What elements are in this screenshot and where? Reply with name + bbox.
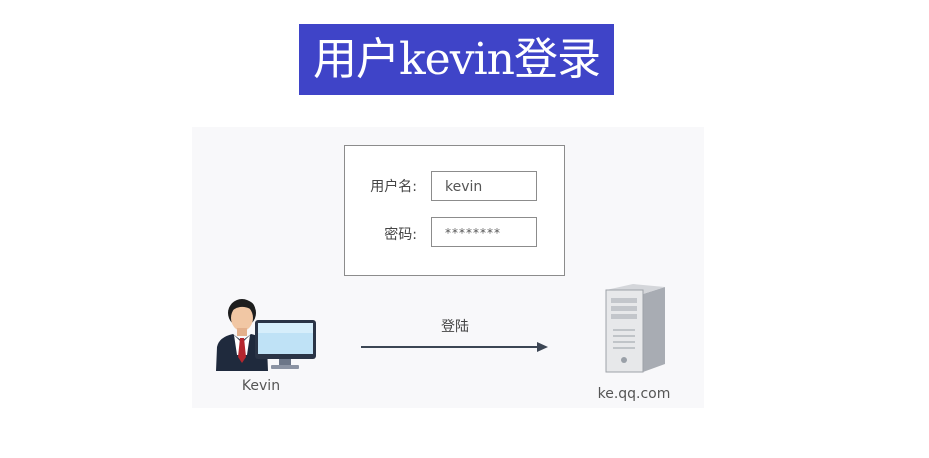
server-host-label: ke.qq.com <box>597 386 671 402</box>
username-field: kevin <box>431 171 537 201</box>
user-name-label: Kevin <box>241 378 281 394</box>
login-arrow-label: 登陆 <box>441 319 469 335</box>
password-field: ******** <box>431 217 537 247</box>
user-at-computer-icon <box>216 299 316 371</box>
username-label: 用户名: <box>370 179 417 195</box>
password-label: 密码: <box>384 227 417 243</box>
page-title: 用户kevin登录 <box>299 24 614 95</box>
login-form: 用户名: kevin 密码: ******** <box>344 145 565 276</box>
right-arrow-icon <box>361 342 548 352</box>
server-tower-icon <box>605 284 665 373</box>
